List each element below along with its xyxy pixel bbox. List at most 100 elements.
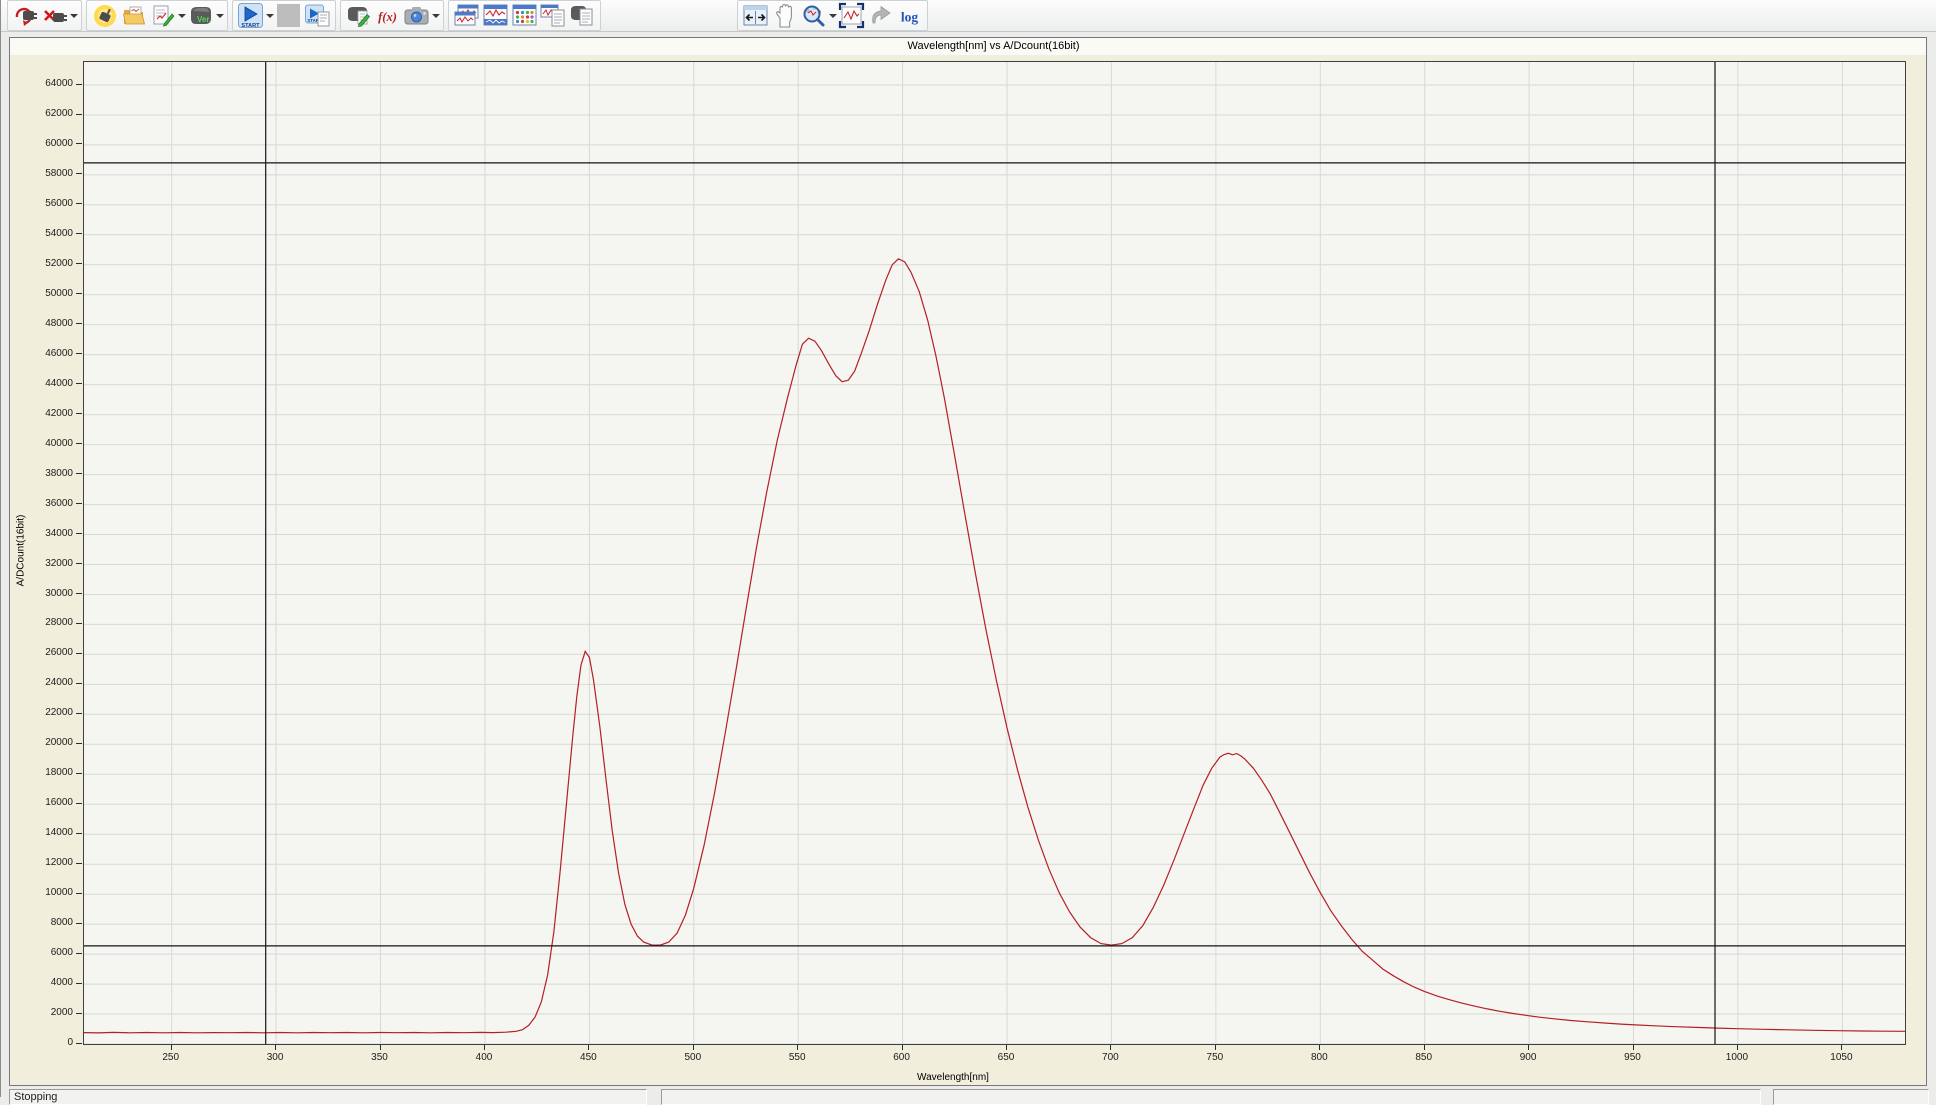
x-tick-label: 800	[1294, 1052, 1344, 1063]
y-tick-mark	[76, 233, 82, 234]
x-tick-label: 400	[459, 1052, 509, 1063]
y-tick-mark	[76, 293, 82, 294]
app-window: Ver. START	[0, 0, 1936, 1097]
log-scale-icon[interactable]: log	[896, 2, 923, 29]
x-tick-label: 500	[668, 1052, 718, 1063]
y-tick-mark	[76, 623, 82, 624]
start-dropdown-icon[interactable]	[265, 2, 274, 29]
zoom-magnifier-icon[interactable]	[800, 2, 827, 29]
y-tick-mark	[76, 863, 82, 864]
y-tick-label: 26000	[10, 647, 73, 658]
spectrum-plot-svg[interactable]	[84, 62, 1905, 1044]
y-tick-label: 58000	[10, 168, 73, 179]
y-tick-label: 60000	[10, 138, 73, 149]
memo-edit-icon[interactable]	[345, 2, 372, 29]
y-tick-label: 10000	[10, 887, 73, 898]
zoom-dropdown-icon[interactable]	[828, 2, 837, 29]
y-tick-label: 64000	[10, 78, 73, 89]
y-tick-label: 18000	[10, 767, 73, 778]
graph-window-alt-icon[interactable]	[482, 2, 509, 29]
capture-icon[interactable]	[403, 2, 430, 29]
x-tick-mark	[588, 1045, 589, 1050]
open-file-icon[interactable]	[120, 2, 147, 29]
y-tick-label: 46000	[10, 348, 73, 359]
start-and-save-icon[interactable]: START	[304, 2, 331, 29]
y-tick-label: 12000	[10, 857, 73, 868]
copy-page-icon[interactable]	[569, 2, 596, 29]
y-tick-label: 54000	[10, 228, 73, 239]
disconnect-dropdown-icon[interactable]	[69, 2, 78, 29]
full-scale-icon[interactable]	[838, 2, 865, 29]
toolbar-group-view: log	[737, 0, 928, 31]
gridlines	[84, 62, 1905, 1044]
y-tick-mark	[76, 953, 82, 954]
x-tick-mark	[380, 1045, 381, 1050]
function-label: f(x)	[378, 9, 397, 23]
y-tick-label: 48000	[10, 318, 73, 329]
x-tick-label: 250	[146, 1052, 196, 1063]
y-tick-mark	[76, 893, 82, 894]
status-bar: Stopping	[1, 1088, 1936, 1097]
log-label: log	[901, 9, 919, 24]
version-dropdown-icon[interactable]	[215, 2, 224, 29]
y-tick-mark	[76, 203, 82, 204]
y-tick-mark	[76, 923, 82, 924]
start-measure-icon[interactable]: START	[237, 2, 264, 29]
toolbar-spacer	[605, 15, 737, 16]
y-tick-label: 28000	[10, 617, 73, 628]
y-tick-label: 44000	[10, 378, 73, 389]
x-tick-label: 300	[250, 1052, 300, 1063]
pan-hand-icon[interactable]	[771, 2, 798, 29]
x-tick-mark	[1737, 1045, 1738, 1050]
y-tick-label: 36000	[10, 498, 73, 509]
y-tick-mark	[76, 353, 82, 354]
data-table-icon[interactable]	[511, 2, 538, 29]
y-tick-label: 62000	[10, 108, 73, 119]
x-tick-mark	[1633, 1045, 1634, 1050]
chart-title: Wavelength[nm] vs A/Dcount(16bit)	[83, 40, 1904, 52]
y-tick-mark	[76, 683, 82, 684]
x-tick-mark	[797, 1045, 798, 1050]
y-tick-mark	[76, 413, 82, 414]
y-tick-mark	[76, 743, 82, 744]
version-info-icon[interactable]: Ver.	[187, 2, 214, 29]
undo-icon[interactable]	[867, 2, 894, 29]
y-tick-label: 8000	[10, 917, 73, 928]
y-tick-mark	[76, 173, 82, 174]
function-icon[interactable]: f(x)	[374, 2, 401, 29]
status-panel-message: Stopping	[9, 1089, 647, 1105]
y-tick-mark	[76, 563, 82, 564]
x-scale-icon[interactable]	[742, 2, 769, 29]
copy-graph-icon[interactable]	[540, 2, 567, 29]
y-tick-mark	[76, 983, 82, 984]
x-tick-mark	[902, 1045, 903, 1050]
status-text: Stopping	[14, 1091, 57, 1103]
capture-dropdown-icon[interactable]	[431, 2, 440, 29]
y-axis-title: A/DCount(16bit)	[16, 506, 27, 596]
toolbar-group-tools: f(x)	[340, 0, 444, 31]
y-tick-label: 42000	[10, 408, 73, 419]
toolbar-group-measure: START START	[232, 0, 336, 31]
y-tick-mark	[76, 533, 82, 534]
x-tick-mark	[1215, 1045, 1216, 1050]
save-dropdown-icon[interactable]	[177, 2, 186, 29]
initialize-device-icon[interactable]	[91, 2, 118, 29]
x-tick-label: 350	[355, 1052, 405, 1063]
y-tick-label: 50000	[10, 288, 73, 299]
y-tick-label: 16000	[10, 797, 73, 808]
y-tick-mark	[76, 1013, 82, 1014]
x-tick-label: 550	[772, 1052, 822, 1063]
disconnect-icon[interactable]	[41, 2, 68, 29]
x-tick-label: 1000	[1712, 1052, 1762, 1063]
cursor-markers[interactable]	[84, 62, 1905, 1044]
y-tick-mark	[76, 473, 82, 474]
graph-window-icon[interactable]	[453, 2, 480, 29]
x-tick-mark	[1006, 1045, 1007, 1050]
version-label: Ver.	[197, 15, 211, 24]
connect-icon[interactable]	[12, 2, 39, 29]
stop-measure-icon[interactable]	[275, 2, 302, 29]
x-tick-label: 650	[981, 1052, 1031, 1063]
plot-area[interactable]	[83, 61, 1906, 1045]
save-evaluation-icon[interactable]	[149, 2, 176, 29]
x-tick-label: 700	[1085, 1052, 1135, 1063]
